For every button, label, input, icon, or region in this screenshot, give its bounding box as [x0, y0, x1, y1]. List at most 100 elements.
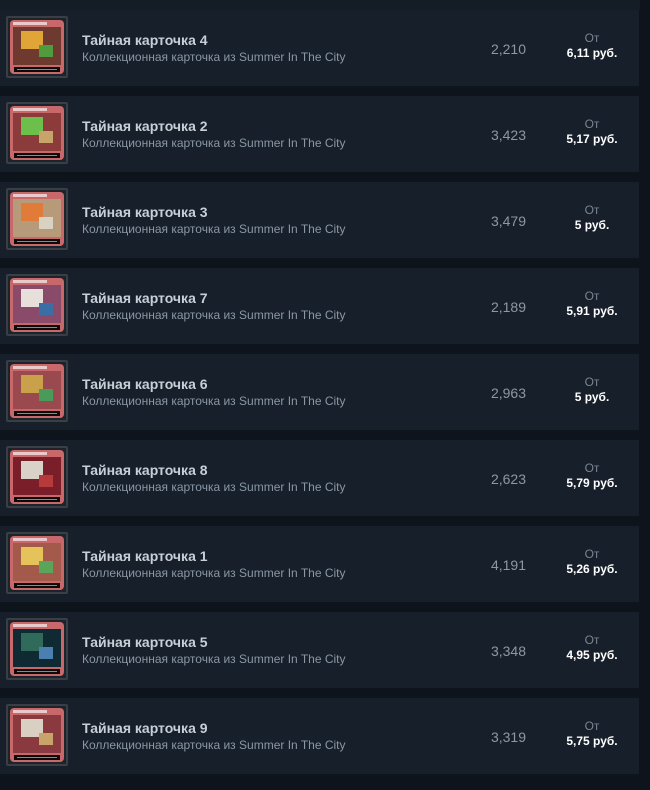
card-art-shape [39, 561, 53, 573]
card-art [13, 457, 61, 495]
card-art-shape [39, 131, 53, 143]
listing-description: Коллекционная карточка из Summer In The … [82, 394, 346, 408]
listing-price: 5,17 руб. [566, 132, 618, 146]
listing-price: 4,95 руб. [566, 648, 618, 662]
price-from-label: От [584, 31, 600, 45]
listing-price: 5,75 руб. [566, 734, 618, 748]
price-block: От 5,79 руб. [548, 461, 636, 491]
price-block: От 5,91 руб. [548, 289, 636, 319]
listing-description: Коллекционная карточка из Summer In The … [82, 566, 346, 580]
listing-quantity: 3,319 [490, 729, 526, 745]
listing-row[interactable]: Тайная карточка 3 Коллекционная карточка… [0, 182, 639, 258]
listing-row[interactable]: Тайная карточка 6 Коллекционная карточка… [0, 354, 639, 430]
price-from-label: От [584, 289, 600, 303]
card-thumbnail [6, 618, 68, 680]
card-thumbnail [6, 16, 68, 78]
price-from-label: От [584, 547, 600, 561]
card-art [13, 629, 61, 667]
card-art-shape [39, 475, 53, 487]
listing-name[interactable]: Тайная карточка 8 [82, 462, 208, 478]
card-banner [13, 366, 47, 369]
price-from-label: От [584, 719, 600, 733]
listing-description: Коллекционная карточка из Summer In The … [82, 136, 346, 150]
listing-name[interactable]: Тайная карточка 2 [82, 118, 208, 134]
listing-description: Коллекционная карточка из Summer In The … [82, 480, 346, 494]
card-banner [13, 538, 47, 541]
price-block: От 5,17 руб. [548, 117, 636, 147]
card-art-shape [39, 733, 53, 745]
card-art [13, 715, 61, 753]
listing-row[interactable]: Тайная карточка 8 Коллекционная карточка… [0, 440, 639, 516]
listing-quantity: 4,191 [490, 557, 526, 573]
listing-quantity: 2,210 [490, 41, 526, 57]
listing-row[interactable]: Тайная карточка 2 Коллекционная карточка… [0, 96, 639, 172]
listing-description: Коллекционная карточка из Summer In The … [82, 50, 346, 64]
card-thumbnail [6, 532, 68, 594]
listing-name[interactable]: Тайная карточка 1 [82, 548, 208, 564]
listing-row[interactable]: Тайная карточка 4 Коллекционная карточка… [0, 10, 639, 86]
listing-row[interactable]: Тайная карточка 1 Коллекционная карточка… [0, 526, 639, 602]
card-art-shape [39, 45, 53, 57]
price-from-label: От [584, 375, 600, 389]
listing-name[interactable]: Тайная карточка 6 [82, 376, 208, 392]
card-art [13, 285, 61, 323]
card-banner [13, 194, 47, 197]
listing-price: 5,26 руб. [566, 562, 618, 576]
price-from-label: От [584, 203, 600, 217]
card-banner [13, 624, 47, 627]
listing-quantity: 2,189 [490, 299, 526, 315]
price-from-label: От [584, 461, 600, 475]
card-label [14, 497, 60, 502]
card-art-shape [39, 303, 53, 315]
card-thumbnail [6, 446, 68, 508]
listing-row[interactable]: Тайная карточка 5 Коллекционная карточка… [0, 612, 639, 688]
listing-name[interactable]: Тайная карточка 7 [82, 290, 208, 306]
listing-price: 6,11 руб. [566, 46, 618, 60]
listing-name[interactable]: Тайная карточка 5 [82, 634, 208, 650]
listing-row[interactable]: Тайная карточка 7 Коллекционная карточка… [0, 268, 639, 344]
card-art-shape [39, 389, 53, 401]
listing-quantity: 2,623 [490, 471, 526, 487]
listing-name[interactable]: Тайная карточка 4 [82, 32, 208, 48]
card-banner [13, 280, 47, 283]
listing-name[interactable]: Тайная карточка 3 [82, 204, 208, 220]
card-thumbnail [6, 188, 68, 250]
card-thumbnail [6, 102, 68, 164]
card-art [13, 113, 61, 151]
listing-quantity: 3,348 [490, 643, 526, 659]
listing-row[interactable]: Тайная карточка 9 Коллекционная карточка… [0, 698, 639, 774]
card-art [13, 371, 61, 409]
card-banner [13, 108, 47, 111]
card-art [13, 199, 61, 237]
card-banner [13, 452, 47, 455]
price-block: От 6,11 руб. [548, 31, 636, 61]
price-from-label: От [584, 117, 600, 131]
listing-description: Коллекционная карточка из Summer In The … [82, 652, 346, 666]
price-from-label: От [584, 633, 600, 647]
listing-quantity: 2,963 [490, 385, 526, 401]
card-thumbnail [6, 704, 68, 766]
card-art [13, 543, 61, 581]
listing-price: 5 руб. [574, 218, 610, 232]
card-label [14, 755, 60, 760]
listing-price: 5,79 руб. [566, 476, 618, 490]
card-banner [13, 22, 47, 25]
price-block: От 5,75 руб. [548, 719, 636, 749]
card-art-shape [39, 217, 53, 229]
price-block: От 5 руб. [548, 375, 636, 405]
listing-name[interactable]: Тайная карточка 9 [82, 720, 208, 736]
card-art [13, 27, 61, 65]
card-thumbnail [6, 274, 68, 336]
card-banner [13, 710, 47, 713]
card-label [14, 669, 60, 674]
card-label [14, 583, 60, 588]
listing-quantity: 3,479 [490, 213, 526, 229]
listing-price: 5 руб. [574, 390, 610, 404]
card-label [14, 239, 60, 244]
listing-description: Коллекционная карточка из Summer In The … [82, 308, 346, 322]
card-art-shape [39, 647, 53, 659]
price-block: От 5,26 руб. [548, 547, 636, 577]
card-thumbnail [6, 360, 68, 422]
listing-quantity: 3,423 [490, 127, 526, 143]
price-block: От 4,95 руб. [548, 633, 636, 663]
